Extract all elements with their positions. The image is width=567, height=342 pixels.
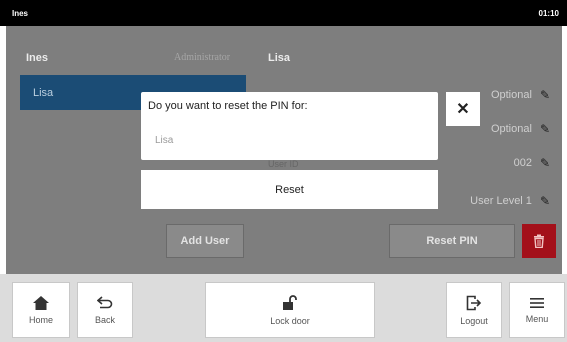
home-label: Home [28, 314, 53, 325]
pencil-icon[interactable]: ✎ [540, 194, 550, 208]
home-button[interactable]: Home [12, 282, 70, 338]
reset-pin-button[interactable]: Reset PIN [389, 224, 515, 258]
unlock-icon [283, 294, 297, 310]
logout-button[interactable]: Logout [446, 282, 502, 338]
menu-label: Menu [525, 313, 549, 324]
back-button[interactable]: Back [77, 282, 133, 338]
detail-value: User Level 1 [470, 195, 532, 207]
lock-door-label: Lock door [270, 315, 310, 326]
user-id-label: User ID [268, 159, 299, 169]
logout-label: Logout [460, 315, 488, 326]
close-icon: ✕ [456, 101, 470, 118]
back-arrow-icon [97, 295, 113, 308]
admin-user-name: Ines [26, 52, 49, 64]
detail-row-user-level[interactable]: User Level 1 ✎ [470, 194, 550, 208]
pencil-icon[interactable]: ✎ [540, 122, 550, 136]
bottom-toolbar: Home Back Lock door Logout Menu [0, 274, 567, 342]
menu-button[interactable]: Menu [509, 282, 565, 338]
dialog-close-button[interactable]: ✕ [446, 92, 480, 126]
confirm-reset-button[interactable]: Reset [141, 170, 438, 209]
detail-value: 002 [513, 157, 532, 169]
detail-value: Optional [490, 123, 532, 135]
dialog-target-user: Lisa [155, 135, 174, 146]
detail-value: Optional [490, 89, 532, 101]
detail-row-optional-1[interactable]: Optional ✎ [491, 88, 550, 102]
delete-user-button[interactable] [522, 224, 556, 258]
detail-row-user-id[interactable]: 002 ✎ [514, 156, 550, 170]
back-label: Back [94, 314, 115, 325]
status-bar: Ines 01:10 [0, 0, 567, 26]
detail-user-name: Lisa [268, 52, 291, 64]
menu-icon [530, 297, 544, 308]
lock-door-button[interactable]: Lock door [205, 282, 375, 338]
dialog-prompt: Do you want to reset the PIN for: [148, 100, 308, 112]
reset-pin-dialog: Do you want to reset the PIN for: Lisa [141, 92, 438, 160]
trash-icon [534, 234, 544, 248]
status-user: Ines [12, 9, 29, 18]
home-icon [33, 295, 49, 310]
user-list-item-label: Lisa [33, 87, 54, 99]
status-time: 01:10 [538, 9, 559, 18]
add-user-button[interactable]: Add User [166, 224, 244, 258]
detail-row-optional-2[interactable]: Optional ✎ [491, 122, 550, 136]
logout-icon [466, 295, 482, 310]
pencil-icon[interactable]: ✎ [540, 156, 550, 170]
pencil-icon[interactable]: ✎ [540, 88, 550, 102]
admin-role-label: Administrator [174, 52, 231, 63]
